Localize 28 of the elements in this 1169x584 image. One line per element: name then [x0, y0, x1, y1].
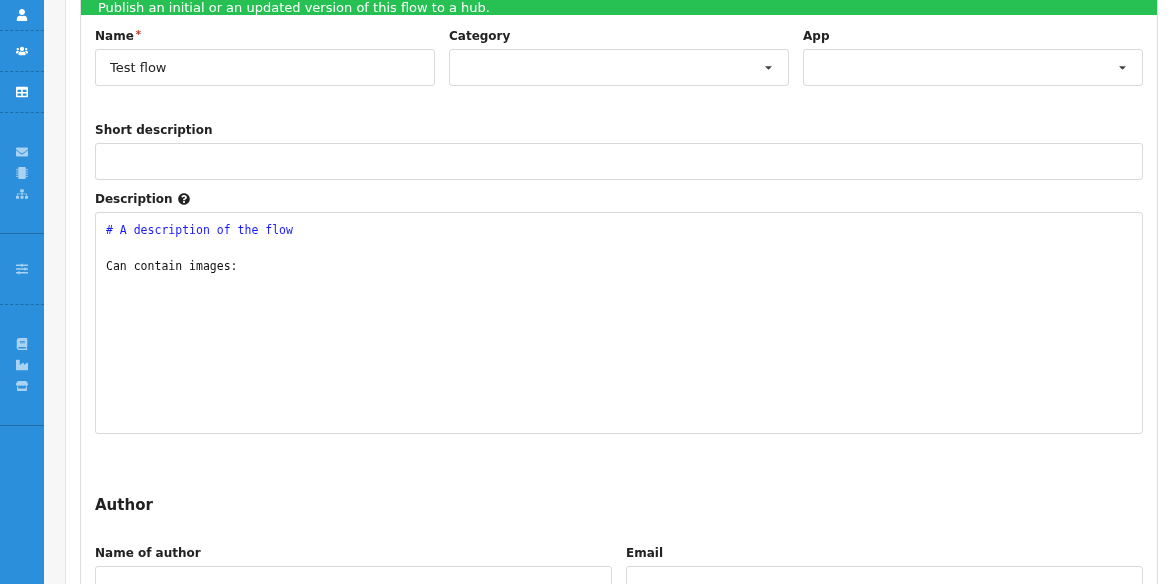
- store-icon[interactable]: [16, 380, 28, 392]
- field-label: Category: [449, 29, 512, 43]
- field-label: Email: [626, 546, 665, 560]
- chip-icon[interactable]: [16, 167, 28, 179]
- users-icon[interactable]: [16, 45, 28, 57]
- factory-icon[interactable]: [16, 359, 28, 371]
- envelope-icon[interactable]: [16, 146, 28, 158]
- sitemap-icon[interactable]: [16, 188, 28, 200]
- input-field[interactable]: [95, 143, 1143, 180]
- user-icon[interactable]: [16, 9, 28, 21]
- field-label: Description: [95, 192, 173, 206]
- field-label: App: [803, 29, 831, 43]
- required-asterisk: *: [135, 29, 142, 40]
- code-editor[interactable]: # A description of the flow Can contain images:: [95, 212, 1143, 434]
- input-field[interactable]: Test flow: [95, 49, 435, 86]
- table-icon[interactable]: [16, 86, 28, 98]
- info-banner: Publish an initial or an updated version of this flow to a hub.: [81, 0, 1157, 15]
- field-label: Name *: [95, 29, 143, 43]
- code-line: Can contain images:: [106, 259, 239, 273]
- help-icon[interactable]: [177, 193, 190, 205]
- select-field[interactable]: [449, 49, 789, 86]
- code-line: # A description of the flow: [106, 223, 294, 237]
- sliders-icon[interactable]: [16, 263, 28, 275]
- select-field[interactable]: [803, 49, 1143, 86]
- book-icon[interactable]: [16, 338, 28, 350]
- section-heading: Author: [95, 496, 154, 514]
- field-label: Name of author: [95, 546, 202, 560]
- field-label: Short description: [95, 123, 214, 137]
